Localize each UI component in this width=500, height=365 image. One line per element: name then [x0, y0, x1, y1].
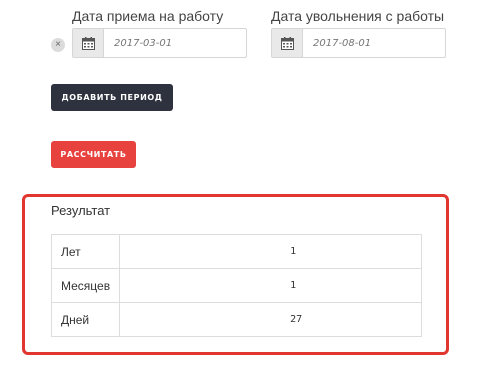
- close-icon: ×: [55, 39, 61, 50]
- hire-date-calendar-button[interactable]: [73, 29, 104, 57]
- result-title: Результат: [51, 203, 111, 218]
- remove-period-button[interactable]: ×: [51, 38, 65, 52]
- hire-date-field: [72, 28, 247, 58]
- result-table: Лет 1 Месяцев 1 Дней 27: [50, 234, 422, 337]
- months-label: Месяцев: [50, 268, 121, 303]
- years-label: Лет: [50, 234, 121, 269]
- dismissal-date-input[interactable]: [303, 29, 445, 57]
- calculate-button[interactable]: РАССЧИТАТЬ: [51, 141, 136, 168]
- hire-date-input[interactable]: [104, 29, 246, 57]
- years-value: 1: [119, 234, 422, 269]
- table-row: Месяцев 1: [50, 268, 422, 303]
- months-value: 1: [119, 268, 422, 303]
- days-label: Дней: [50, 302, 121, 337]
- dismissal-date-field: [271, 28, 446, 58]
- calendar-icon: [81, 36, 95, 50]
- dismissal-date-calendar-button[interactable]: [272, 29, 303, 57]
- table-row: Лет 1: [50, 234, 422, 269]
- add-period-button[interactable]: ДОБАВИТЬ ПЕРИОД: [51, 84, 173, 111]
- hire-date-label: Дата приема на работу: [72, 8, 224, 24]
- calendar-icon: [280, 36, 294, 50]
- dismissal-date-label: Дата увольнения с работы: [271, 8, 445, 24]
- table-row: Дней 27: [50, 302, 422, 337]
- days-value: 27: [119, 302, 422, 337]
